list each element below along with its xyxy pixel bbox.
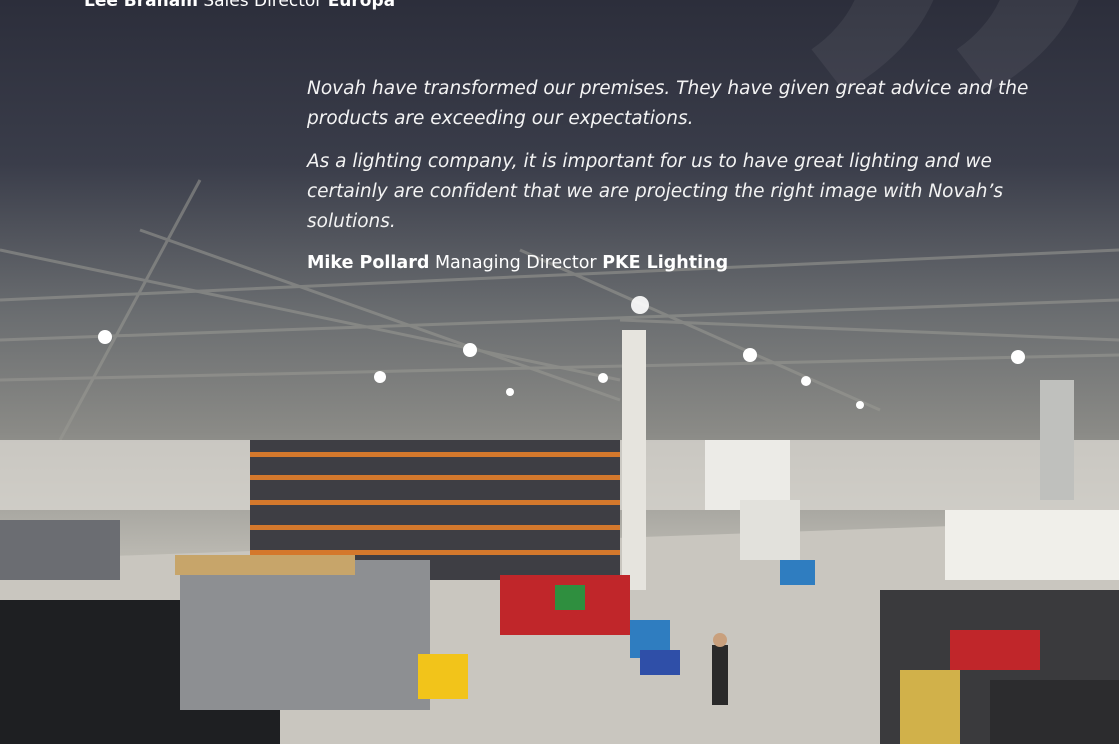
quote-paragraph: As a lighting company, it is important f…: [307, 151, 1003, 232]
testimonial-quote: Novah have transformed our premises. The…: [307, 74, 1067, 276]
testimonial-hero: ” Lee Braham Sales Director Europa Novah…: [0, 0, 1119, 744]
testimonial-signature: Mike Pollard Managing Director PKE Light…: [307, 250, 1067, 276]
signature-name: Mike Pollard: [307, 253, 430, 273]
attribution-role: Sales Director: [203, 0, 323, 11]
attribution-company: Europa: [327, 0, 396, 11]
signature-company: PKE Lighting: [602, 253, 729, 273]
signature-role: Managing Director: [434, 253, 597, 273]
previous-testimonial-attribution: Lee Braham Sales Director Europa: [84, 0, 395, 11]
quote-paragraph: Novah have transformed our premises. The…: [307, 78, 1029, 129]
attribution-name: Lee Braham: [84, 0, 198, 11]
